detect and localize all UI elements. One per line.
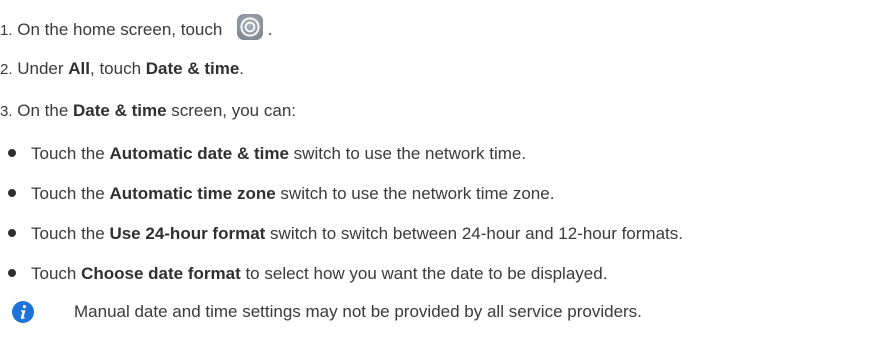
step-1-text: On the home screen, touch bbox=[12, 20, 228, 39]
bullet-4-prefix: Touch bbox=[31, 264, 82, 283]
bullet-3-suffix: switch to switch between 24-hour and 12-… bbox=[265, 224, 683, 243]
note-text: Manual date and time settings may not be… bbox=[74, 302, 642, 321]
step-1-period: . bbox=[263, 20, 273, 39]
step-2-bold-all: All bbox=[68, 59, 90, 78]
bullet-dot bbox=[8, 149, 16, 157]
bullet-item-automatic-time-zone: Touch the Automatic time zone switch to … bbox=[8, 183, 554, 205]
bullet-1-prefix: Touch the bbox=[31, 144, 110, 163]
step-2-text-1: Under bbox=[12, 59, 69, 78]
bullet-3-bold: Use 24-hour format bbox=[109, 224, 266, 243]
bullet-4-bold: Choose date format bbox=[81, 264, 241, 283]
bullet-2-bold: Automatic time zone bbox=[109, 184, 276, 203]
step-3-text-1: On the bbox=[12, 101, 73, 120]
step-2-text-2: , touch bbox=[90, 59, 146, 78]
step-2: 2. Under All, touch Date & time. bbox=[0, 58, 244, 81]
bullet-1-suffix: switch to use the network time. bbox=[288, 144, 527, 163]
bullet-3-prefix: Touch the bbox=[31, 224, 110, 243]
bullet-dot bbox=[8, 229, 16, 237]
settings-icon bbox=[237, 14, 264, 40]
step-1-number: 1. bbox=[0, 22, 13, 39]
bullet-1-bold: Automatic date & time bbox=[109, 144, 289, 163]
bullet-item-choose-date-format: Touch Choose date format to select how y… bbox=[8, 263, 607, 285]
step-3-bold-date-time: Date & time bbox=[73, 101, 167, 120]
bullet-dot bbox=[8, 189, 16, 197]
bullet-4-suffix: to select how you want the date to be di… bbox=[240, 264, 608, 283]
bullet-2-prefix: Touch the bbox=[31, 184, 110, 203]
step-2-bold-date-time: Date & time bbox=[145, 59, 240, 78]
step-2-number: 2. bbox=[0, 61, 13, 78]
info-icon bbox=[12, 301, 34, 323]
bullet-dot bbox=[8, 269, 16, 277]
bullet-item-automatic-date-time: Touch the Automatic date & time switch t… bbox=[8, 143, 526, 165]
bullet-2-suffix: switch to use the network time zone. bbox=[275, 184, 555, 203]
step-3-number: 3. bbox=[0, 103, 13, 120]
step-3: 3. On the Date & time screen, you can: bbox=[0, 100, 296, 123]
step-1: 1. On the home screen, touch . bbox=[0, 14, 272, 42]
bullet-item-24-hour-format: Touch the Use 24-hour format switch to s… bbox=[8, 223, 683, 245]
step-2-text-3: . bbox=[239, 59, 245, 78]
step-3-text-2: screen, you can: bbox=[166, 101, 296, 120]
